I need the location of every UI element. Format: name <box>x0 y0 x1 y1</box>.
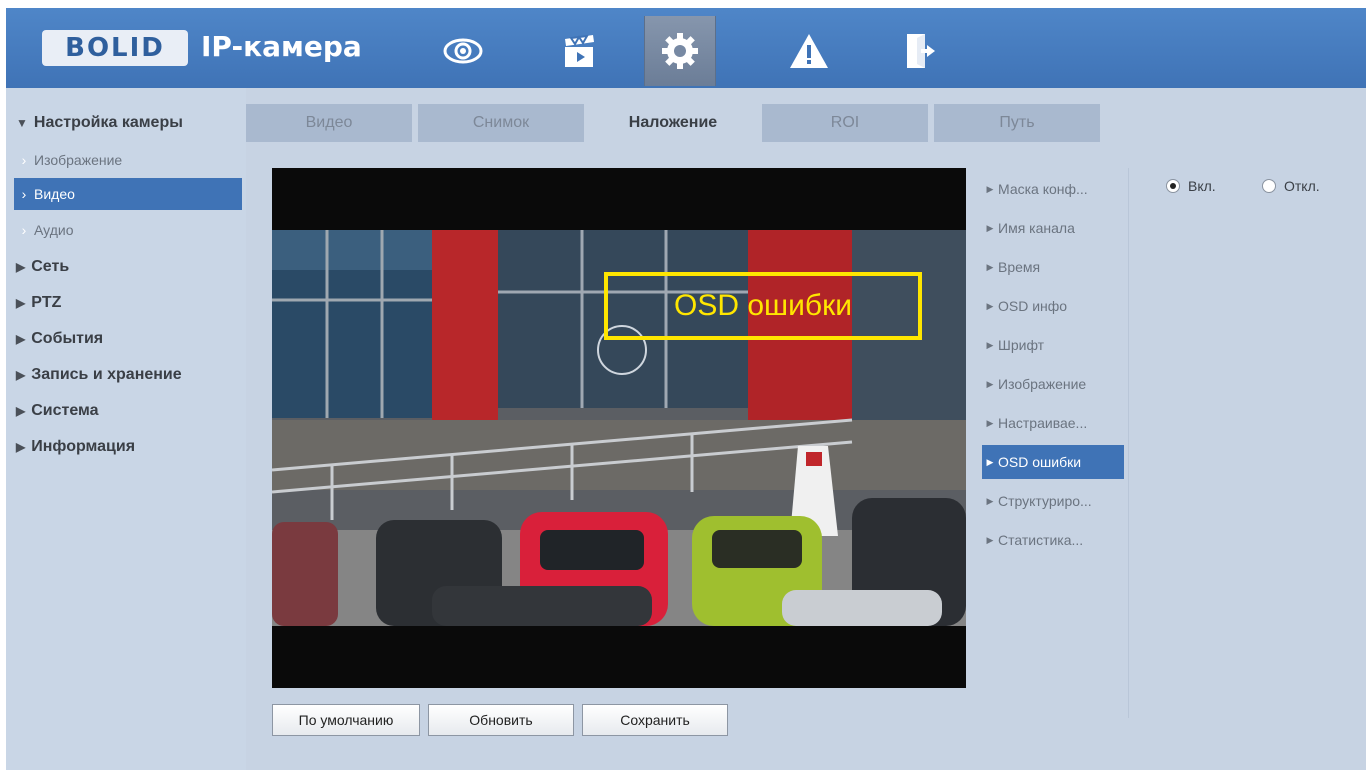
triangle-right-icon: ▶ <box>986 261 994 272</box>
triangle-right-icon: ▶ <box>16 404 26 418</box>
chevron-right-icon: › <box>21 186 27 202</box>
menu-item-label: Шрифт <box>998 337 1045 353</box>
triangle-right-icon: ▶ <box>986 456 994 467</box>
menu-item-statistics[interactable]: ▶ Статистика... <box>982 523 1124 557</box>
sidebar-item-ptz[interactable]: ▶ PTZ <box>16 294 61 312</box>
radio-button-unchecked[interactable] <box>1262 179 1276 193</box>
menu-item-image[interactable]: ▶ Изображение <box>982 367 1124 401</box>
sidebar-item-video[interactable]: › Видео <box>14 178 242 210</box>
sidebar-item-label: PTZ <box>31 294 62 311</box>
menu-item-label: Статистика... <box>998 532 1084 548</box>
triangle-right-icon: ▶ <box>16 440 26 454</box>
sidebar-item-events[interactable]: ▶ События <box>16 330 103 348</box>
playback-button[interactable] <box>544 16 614 86</box>
sidebar-camera-settings[interactable]: ▼ Настройка камеры <box>16 114 183 132</box>
sidebar-item-label: Сеть <box>31 258 70 275</box>
sidebar-item-label: События <box>31 330 104 347</box>
logo-text: BOLID <box>65 33 165 63</box>
sidebar-item-system[interactable]: ▶ Система <box>16 402 99 420</box>
logout-icon <box>907 34 935 68</box>
menu-item-label: Структуриро... <box>998 493 1092 509</box>
osd-error-text: OSD ошибки <box>674 289 852 322</box>
menu-item-label: OSD ошибки <box>998 454 1082 470</box>
triangle-right-icon: ▶ <box>986 339 994 350</box>
menu-item-label: Изображение <box>998 376 1087 392</box>
menu-item-label: Имя канала <box>998 220 1075 236</box>
sidebar-item-label: Система <box>31 402 99 419</box>
refresh-button[interactable]: Обновить <box>428 704 574 736</box>
triangle-right-icon: ▶ <box>986 300 994 311</box>
triangle-right-icon: ▶ <box>986 378 994 389</box>
sidebar-item-label: Запись и хранение <box>31 366 182 383</box>
bolid-logo: BOLID <box>42 30 188 66</box>
tab-snapshot[interactable]: Снимок <box>418 104 584 142</box>
sidebar-item-label: Видео <box>34 186 75 202</box>
gear-icon <box>662 33 698 69</box>
triangle-right-icon: ▶ <box>16 368 26 382</box>
sidebar-item-network[interactable]: ▶ Сеть <box>16 258 69 276</box>
tab-roi[interactable]: ROI <box>762 104 928 142</box>
overlay-menu: ▶ Маска конф... ▶ Имя канала ▶ Время ▶ O… <box>982 168 1129 718</box>
menu-item-label: OSD инфо <box>998 298 1068 314</box>
triangle-right-icon: ▶ <box>16 332 26 346</box>
radio-off-label: Откл. <box>1284 178 1320 194</box>
tab-overlay[interactable]: Наложение <box>590 104 756 142</box>
sidebar-item-label: Информация <box>31 438 136 455</box>
sidebar-item-label: Аудио <box>34 222 74 238</box>
menu-item-font[interactable]: ▶ Шрифт <box>982 328 1124 362</box>
save-button[interactable]: Сохранить <box>582 704 728 736</box>
settings-button[interactable] <box>644 16 716 86</box>
triangle-right-icon: ▶ <box>986 534 994 545</box>
menu-item-channel-name[interactable]: ▶ Имя канала <box>982 211 1124 245</box>
triangle-down-icon: ▼ <box>16 116 28 130</box>
tab-path[interactable]: Путь <box>934 104 1100 142</box>
menu-item-structured[interactable]: ▶ Структуриро... <box>982 484 1124 518</box>
sidebar-camera-settings-label: Настройка камеры <box>33 114 183 131</box>
sidebar-item-storage[interactable]: ▶ Запись и хранение <box>16 366 182 384</box>
sidebar-item-image[interactable]: › Изображение <box>14 144 238 176</box>
alarm-button[interactable] <box>774 16 844 86</box>
radio-off[interactable]: Откл. <box>1262 178 1320 194</box>
sidebar-item-audio[interactable]: › Аудио <box>14 214 238 246</box>
menu-item-time[interactable]: ▶ Время <box>982 250 1124 284</box>
product-title: IP-камера <box>201 30 362 63</box>
warning-icon <box>790 34 828 68</box>
menu-item-label: Настраивае... <box>998 415 1088 431</box>
menu-item-custom[interactable]: ▶ Настраивае... <box>982 406 1124 440</box>
video-preview[interactable]: OSD ошибки <box>272 168 966 688</box>
menu-item-privacy-mask[interactable]: ▶ Маска конф... <box>982 172 1124 206</box>
eye-icon <box>443 38 483 64</box>
radio-button-checked[interactable] <box>1166 179 1180 193</box>
chevron-right-icon: › <box>21 222 27 238</box>
triangle-right-icon: ▶ <box>16 296 26 310</box>
triangle-right-icon: ▶ <box>986 417 994 428</box>
clapperboard-icon <box>565 34 594 67</box>
radio-on[interactable]: Вкл. <box>1166 178 1216 194</box>
triangle-right-icon: ▶ <box>16 260 26 274</box>
triangle-right-icon: ▶ <box>986 222 994 233</box>
radio-on-label: Вкл. <box>1188 178 1216 194</box>
osd-error-overlay[interactable]: OSD ошибки <box>604 272 922 340</box>
menu-item-label: Время <box>998 259 1041 275</box>
default-button[interactable]: По умолчанию <box>272 704 420 736</box>
menu-item-label: Маска конф... <box>998 181 1088 197</box>
menu-item-osd-errors[interactable]: ▶ OSD ошибки <box>982 445 1124 479</box>
menu-item-osd-info[interactable]: ▶ OSD инфо <box>982 289 1124 323</box>
chevron-right-icon: › <box>21 152 27 168</box>
triangle-right-icon: ▶ <box>986 183 994 194</box>
sidebar-item-information[interactable]: ▶ Информация <box>16 438 135 456</box>
triangle-right-icon: ▶ <box>986 495 994 506</box>
sidebar-item-label: Изображение <box>34 152 123 168</box>
live-view-button[interactable] <box>428 16 498 86</box>
top-header: BOLID IP-камера <box>6 8 1366 88</box>
tab-video[interactable]: Видео <box>246 104 412 142</box>
logout-button[interactable] <box>886 16 956 86</box>
